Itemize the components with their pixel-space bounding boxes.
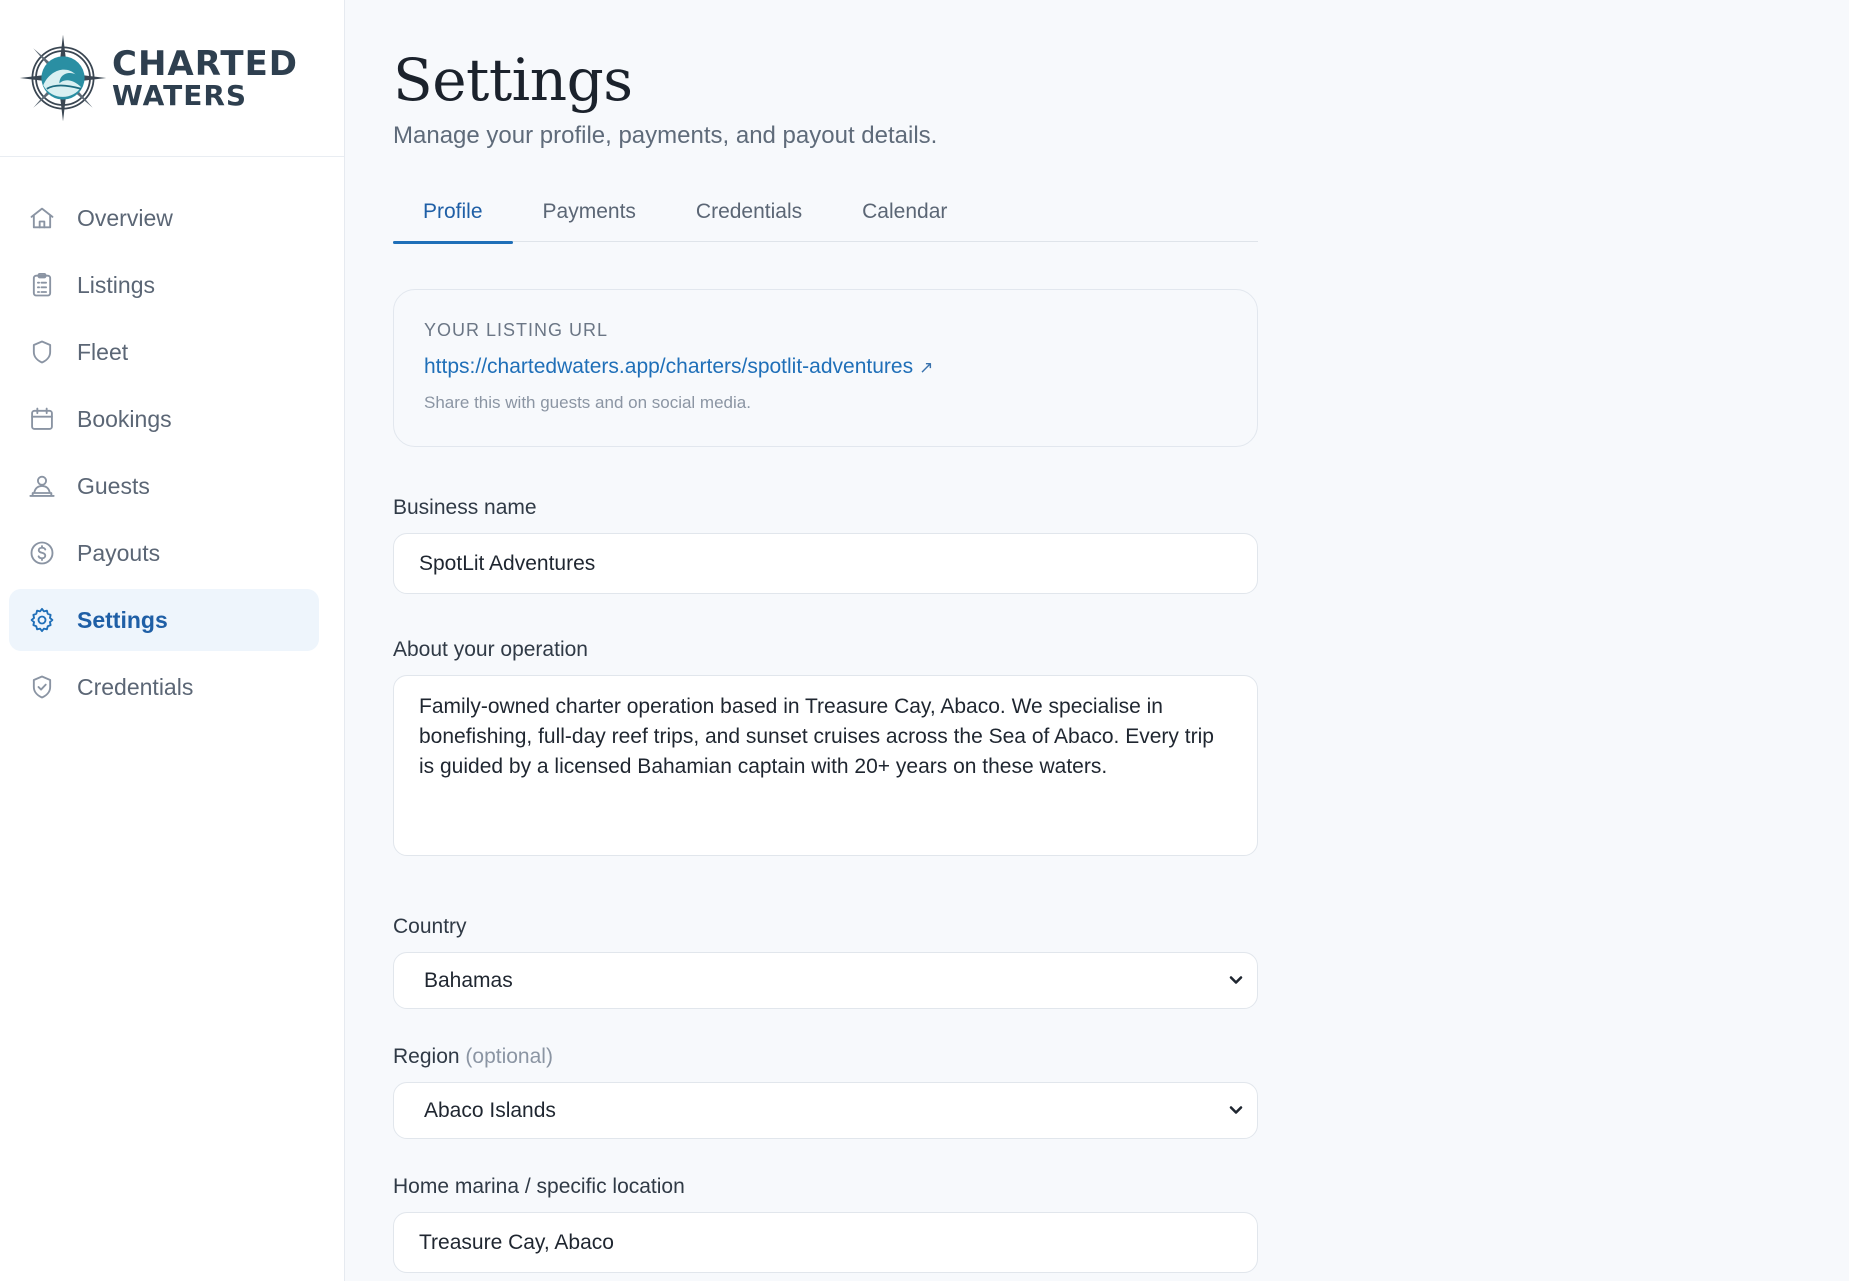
main-content: Settings Manage your profile, payments, … [393, 0, 1258, 1273]
sidebar-item-label: Bookings [77, 405, 172, 432]
brand-header[interactable]: CHARTED WATERS [0, 0, 344, 157]
brand-line1: CHARTED [112, 43, 299, 84]
about-textarea[interactable]: Family-owned charter operation based in … [393, 675, 1258, 856]
calendar-icon [27, 404, 57, 434]
region-label-text: Region [393, 1045, 460, 1068]
country-select[interactable]: Bahamas [393, 952, 1258, 1009]
business-name-label: Business name [393, 496, 537, 519]
settings-tabs: Profile Payments Credentials Calendar [393, 192, 1258, 244]
sidebar-item-label: Guests [77, 472, 150, 499]
sidebar-item-payouts[interactable]: Payouts [9, 522, 319, 584]
listing-url-hint: Share this with guests and on social med… [424, 393, 751, 412]
dollar-circle-icon [27, 538, 57, 568]
about-label: About your operation [393, 638, 588, 661]
sidebar-item-settings[interactable]: Settings [9, 589, 319, 651]
sidebar-item-label: Credentials [77, 673, 194, 700]
gear-icon [27, 605, 57, 635]
page-title: Settings [393, 46, 633, 114]
region-select[interactable]: Abaco Islands [393, 1082, 1258, 1139]
region-label: Region (optional) [393, 1045, 1258, 1069]
tab-calendar[interactable]: Calendar [832, 192, 977, 242]
sidebar-item-label: Overview [77, 204, 173, 231]
region-select-wrap: Abaco Islands [393, 1082, 1258, 1139]
tab-profile[interactable]: Profile [393, 192, 513, 244]
compass-wave-logo [19, 34, 107, 122]
sidebar-item-fleet[interactable]: Fleet [9, 321, 319, 383]
home-icon [27, 203, 57, 233]
brand-wordmark: CHARTED WATERS [112, 47, 298, 110]
sidebar-item-guests[interactable]: Guests [9, 455, 319, 517]
business-name-input[interactable] [393, 533, 1258, 594]
sidebar-item-bookings[interactable]: Bookings [9, 388, 319, 450]
region-group: Region (optional) Abaco Islands [393, 1045, 1258, 1139]
listing-url-label: YOUR LISTING URL [424, 320, 609, 340]
clipboard-icon [27, 270, 57, 300]
listing-url-card: YOUR LISTING URL https://chartedwaters.a… [393, 289, 1258, 447]
page-subtitle: Manage your profile, payments, and payou… [393, 122, 938, 149]
tab-credentials[interactable]: Credentials [666, 192, 832, 242]
business-name-group: Business name [393, 496, 1258, 594]
country-select-wrap: Bahamas [393, 952, 1258, 1009]
shield-icon [27, 337, 57, 367]
sidebar-item-overview[interactable]: Overview [9, 187, 319, 249]
brand-line2: WATERS [112, 78, 248, 112]
external-link-icon: ↗ [919, 358, 934, 377]
sidebar-item-label: Settings [77, 606, 168, 633]
optional-hint: (optional) [465, 1045, 553, 1068]
sidebar-item-listings[interactable]: Listings [9, 254, 319, 316]
country-group: Country Bahamas [393, 915, 1258, 1009]
sidebar-item-label: Fleet [77, 338, 129, 365]
home-marina-group: Home marina / specific location [393, 1175, 1258, 1273]
users-icon [27, 471, 57, 501]
listing-url-text: https://chartedwaters.app/charters/spotl… [424, 355, 914, 378]
shield-check-icon [27, 672, 57, 702]
sidebar: CHARTED WATERS Overview Listings Fleet B… [0, 0, 345, 1281]
home-marina-label: Home marina / specific location [393, 1175, 685, 1198]
home-marina-input[interactable] [393, 1212, 1258, 1273]
tab-payments[interactable]: Payments [513, 192, 666, 242]
about-group: About your operation Family-owned charte… [393, 638, 1258, 861]
sidebar-item-label: Payouts [77, 539, 161, 566]
sidebar-item-label: Listings [77, 271, 155, 298]
sidebar-nav: Overview Listings Fleet Bookings Guests [0, 157, 344, 718]
sidebar-item-credentials[interactable]: Credentials [9, 656, 319, 718]
listing-url-link[interactable]: https://chartedwaters.app/charters/spotl… [424, 355, 933, 379]
country-label: Country [393, 915, 467, 938]
